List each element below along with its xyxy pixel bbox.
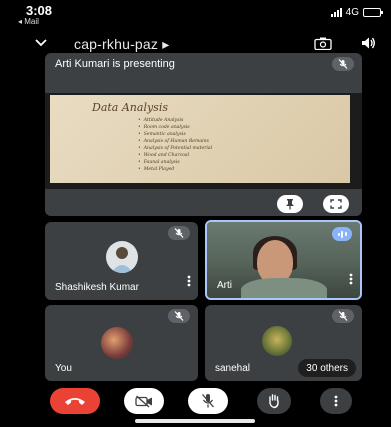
slide-bullet: Attitude Analysis bbox=[138, 117, 212, 124]
participant-name: Shashikesh Kumar bbox=[55, 282, 139, 293]
more-options-icon[interactable] bbox=[187, 274, 191, 292]
fullscreen-button[interactable] bbox=[323, 195, 349, 213]
video-figure bbox=[241, 278, 327, 298]
participant-name: sanehal bbox=[215, 363, 251, 374]
speaking-indicator-icon bbox=[332, 227, 352, 241]
pin-icon bbox=[286, 199, 294, 210]
slide-bullets: Attitude Analysis Room code analysis Sem… bbox=[138, 117, 212, 173]
slide-bullet: Room code analysis bbox=[138, 124, 212, 131]
phone-hangup-icon bbox=[65, 398, 85, 405]
video-off-icon bbox=[135, 395, 152, 407]
slide-paper: Data Analysis Attitude Analysis Room cod… bbox=[50, 95, 350, 183]
avatar bbox=[106, 241, 138, 273]
pin-button[interactable] bbox=[277, 195, 303, 213]
slide-title: Data Analysis bbox=[92, 101, 168, 114]
home-indicator bbox=[135, 419, 255, 423]
slide-bullet: Wood and Charcoal bbox=[138, 152, 212, 159]
participant-name: You bbox=[55, 363, 72, 374]
status-time: 3:08 bbox=[26, 3, 53, 18]
battery-icon bbox=[363, 8, 383, 17]
hand-icon bbox=[269, 394, 279, 409]
avatar bbox=[262, 326, 292, 356]
mic-off-icon bbox=[168, 226, 190, 245]
more-vert-icon bbox=[334, 395, 338, 407]
slide-bullet: Faunal analysis bbox=[138, 159, 212, 166]
participant-name: Arti bbox=[217, 280, 232, 291]
participant-tile-active[interactable]: Arti bbox=[205, 220, 362, 300]
mic-off-icon bbox=[332, 309, 354, 328]
raise-hand-button[interactable] bbox=[257, 388, 291, 414]
slide-bullet: Semantic analysis bbox=[138, 131, 212, 138]
meeting-code[interactable]: cap-rkhu-paz ▸ bbox=[74, 36, 169, 53]
signal-icon bbox=[330, 8, 342, 17]
presentation-tile[interactable]: Arti Kumari is presenting Data Analysis … bbox=[45, 53, 362, 216]
chevron-down-icon[interactable] bbox=[34, 34, 48, 52]
network-label: 4G bbox=[345, 7, 359, 18]
mic-off-icon bbox=[168, 309, 190, 328]
call-controls bbox=[0, 388, 391, 416]
more-options-icon[interactable] bbox=[349, 272, 353, 290]
slide-bullet: Metal Played bbox=[138, 166, 212, 173]
participant-tile[interactable]: Shashikesh Kumar bbox=[45, 222, 198, 300]
participant-tile[interactable]: sanehal 30 others bbox=[205, 305, 362, 381]
speaker-icon[interactable] bbox=[360, 35, 376, 56]
microphone-off-button[interactable] bbox=[188, 388, 228, 414]
camera-off-button[interactable] bbox=[124, 388, 164, 414]
mic-off-icon bbox=[332, 57, 354, 76]
participant-tile[interactable]: You bbox=[45, 305, 198, 381]
status-bar: 3:08 ◂ Mail 4G bbox=[0, 0, 391, 28]
more-options-button[interactable] bbox=[320, 388, 352, 414]
back-to-app-link[interactable]: ◂ Mail bbox=[18, 17, 39, 26]
presenter-label: Arti Kumari is presenting bbox=[55, 58, 175, 70]
slide-bullet: Analysis of Human Remains bbox=[138, 138, 212, 145]
end-call-button[interactable] bbox=[50, 388, 100, 414]
status-right: 4G bbox=[330, 7, 383, 18]
others-count-badge[interactable]: 30 others bbox=[298, 359, 356, 377]
mic-off-icon bbox=[202, 394, 214, 408]
shared-slide: Data Analysis Attitude Analysis Room cod… bbox=[45, 93, 362, 189]
fullscreen-icon bbox=[330, 199, 342, 209]
avatar bbox=[101, 327, 133, 359]
slide-bullet: Analysis of Potential material bbox=[138, 145, 212, 152]
